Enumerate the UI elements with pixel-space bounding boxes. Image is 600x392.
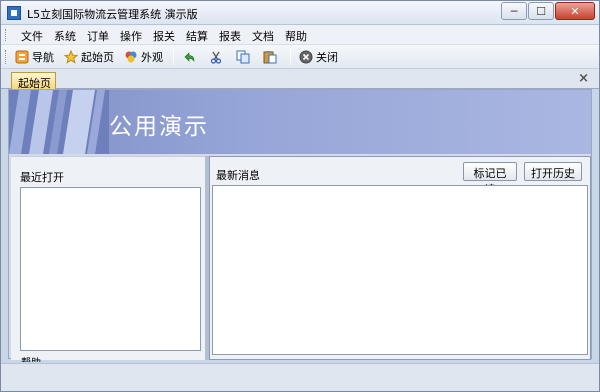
home-page-button[interactable]: 起始页 [62,47,116,67]
menu-grip-icon[interactable] [5,29,8,41]
banner-title: 公用演示 [109,114,209,140]
appearance-button[interactable]: 外观 [122,47,165,67]
menu-settlement[interactable]: 结算 [180,25,213,45]
copy-button[interactable] [234,47,255,67]
menu-operation[interactable]: 操作 [114,25,147,45]
banner: 公用演示 [9,90,591,154]
close-circle-icon [299,50,313,64]
paste-button[interactable] [261,47,282,67]
start-page: 公用演示 最近打开 帮助 最新消息 标记已读 打开历史 [8,89,592,362]
mark-read-button[interactable]: 标记已读 [463,162,517,196]
recent-list[interactable] [20,187,201,351]
menu-file[interactable]: 文件 [15,25,48,45]
nav-label: 导航 [32,50,54,64]
menu-reports[interactable]: 报表 [213,25,246,45]
appearance-label: 外观 [141,50,163,64]
menu-documents[interactable]: 文档 [246,25,279,45]
navigation-icon [15,50,29,64]
close-tab-button[interactable]: 关闭 [297,47,340,67]
menu-help[interactable]: 帮助 [279,25,312,45]
news-title: 最新消息 [216,169,260,182]
star-icon [63,49,79,64]
toolbar-separator [290,48,291,65]
recent-title: 最近打开 [20,171,64,184]
message-list[interactable] [212,185,588,355]
menu-bar: 文件 系统 订单 操作 报关 结算 报表 文档 帮助 [1,25,599,45]
palette-icon [124,50,138,64]
close-tab-icon[interactable]: × [578,71,589,86]
toolbar-separator [173,48,174,65]
menu-order[interactable]: 订单 [81,25,114,45]
banner-decoration [9,90,109,154]
help-label[interactable]: 帮助 [21,354,41,362]
home-page-label: 起始页 [81,50,114,64]
app-icon [7,6,21,20]
undo-button[interactable] [180,47,201,67]
scissors-icon [209,50,223,64]
window-title: L5立刻国际物流云管理系统 演示版 [27,8,198,21]
nav-button[interactable]: 导航 [13,47,56,67]
tab-home-page[interactable]: 起始页 [11,72,56,90]
open-history-button[interactable]: 打开历史 [524,162,582,181]
maximize-button[interactable]: ☐ [528,2,554,20]
copy-icon [236,50,250,64]
minimize-button[interactable]: ─ [501,2,527,20]
menu-system[interactable]: 系统 [48,25,81,45]
cut-button[interactable] [207,47,228,67]
toolbar-grip-icon[interactable] [5,50,8,64]
menu-customs[interactable]: 报关 [147,25,180,45]
app-window: L5立刻国际物流云管理系统 演示版 ─ ☐ ✕ 文件 系统 订单 操作 报关 结… [0,0,600,392]
undo-icon [182,50,196,64]
close-window-button[interactable]: ✕ [555,2,595,20]
recent-panel: 最近打开 帮助 [11,156,205,362]
news-panel: 最新消息 标记已读 打开历史 [209,156,591,360]
title-bar[interactable]: L5立刻国际物流云管理系统 演示版 ─ ☐ ✕ [1,1,599,25]
close-label: 关闭 [316,50,338,64]
toolbar: 导航 起始页 外观 关闭 [1,45,599,69]
document-tab-strip: 起始页 × [1,69,599,90]
window-controls: ─ ☐ ✕ [500,2,595,20]
paste-icon [263,50,277,64]
status-bar [1,363,599,391]
